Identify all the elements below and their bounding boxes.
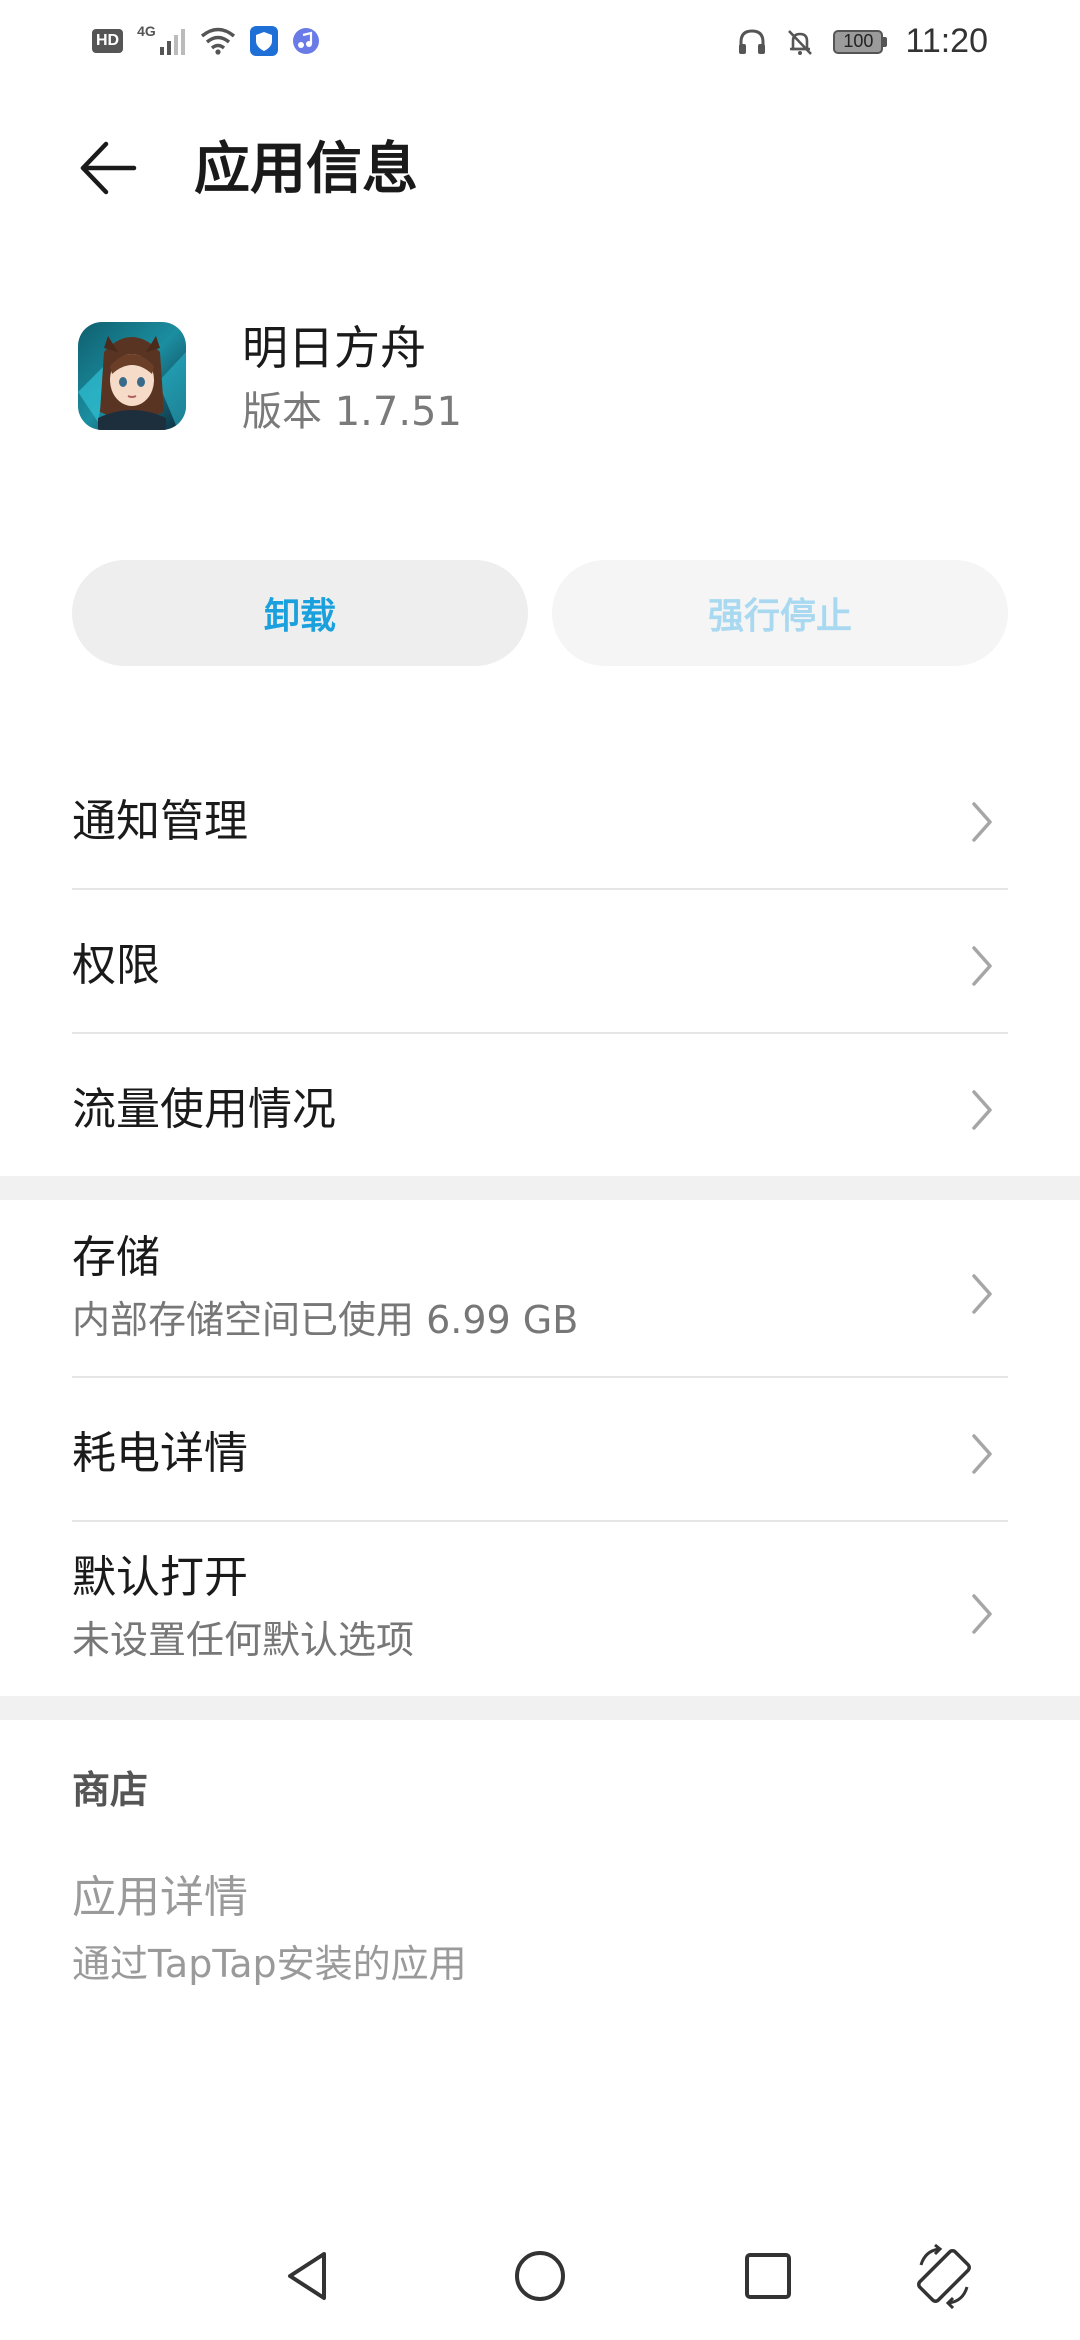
status-left: HD 4G [92, 23, 320, 56]
triangle-back-icon [288, 2252, 326, 2300]
divider [72, 1520, 1008, 1522]
headphones-icon [739, 28, 766, 54]
divider [72, 888, 1008, 890]
chevron-right-icon [972, 1274, 992, 1314]
open-by-default-status: 未设置任何默认选项 [72, 1618, 415, 1662]
install-source: 通过TapTap安装的应用 [72, 1942, 467, 1986]
storage-usage: 内部存储空间已使用 6.99 GB [72, 1298, 579, 1342]
data-usage-label: 流量使用情况 [72, 1084, 336, 1135]
nav-home-button[interactable] [500, 2236, 580, 2316]
battery-usage-label: 耗电详情 [72, 1428, 248, 1479]
section-gap [0, 1176, 1080, 1200]
rotate-screen-button[interactable] [904, 2236, 984, 2316]
permissions-item[interactable]: 权限 [72, 928, 1008, 1004]
open-by-default-label: 默认打开 [72, 1552, 248, 1603]
rotate-icon [917, 2243, 971, 2309]
network-type: 4G [137, 23, 156, 39]
wifi-icon [200, 27, 235, 55]
nav-back-button[interactable] [268, 2236, 348, 2316]
circle-home-icon [515, 2251, 565, 2301]
status-right: 100 11:20 [737, 22, 988, 61]
status-time: 11:20 [905, 22, 988, 60]
nav-recents-button[interactable] [728, 2236, 808, 2316]
app-icon [78, 322, 186, 430]
battery-level: 100 [833, 29, 884, 54]
data-usage-item[interactable]: 流量使用情况 [72, 1072, 1008, 1148]
back-arrow-icon [80, 141, 137, 195]
chevron-right-icon [972, 1090, 992, 1130]
signal-icon [159, 29, 185, 55]
chevron-right-icon [972, 802, 992, 842]
force-stop-button[interactable]: 强行停止 [552, 560, 1008, 666]
uninstall-button[interactable]: 卸载 [72, 560, 528, 666]
permissions-label: 权限 [72, 940, 160, 991]
mute-bell-icon [788, 29, 813, 55]
square-recents-icon [745, 2253, 791, 2299]
music-app-icon [292, 28, 319, 54]
open-by-default-item[interactable]: 默认打开 未设置任何默认选项 [72, 1548, 1008, 1678]
page-title: 应用信息 [194, 137, 418, 202]
app-name: 明日方舟 [242, 321, 426, 375]
battery-icon: 100 [833, 29, 888, 54]
section-gap [0, 1696, 1080, 1720]
hd-badge: HD [92, 29, 124, 53]
chevron-right-icon [972, 1434, 992, 1474]
chevron-right-icon [972, 1594, 992, 1634]
back-button[interactable] [70, 130, 146, 206]
battery-usage-item[interactable]: 耗电详情 [72, 1416, 1008, 1492]
storage-item[interactable]: 存储 内部存储空间已使用 6.99 GB [72, 1228, 1008, 1358]
storage-label: 存储 [72, 1232, 160, 1283]
divider [72, 1032, 1008, 1034]
app-version: 版本 1.7.51 [242, 389, 462, 435]
shield-icon [249, 26, 278, 56]
notification-management-label: 通知管理 [72, 796, 248, 847]
app-details-item[interactable]: 应用详情 [72, 1868, 248, 1928]
chevron-right-icon [972, 946, 992, 986]
divider [72, 1376, 1008, 1378]
store-section-header: 商店 [72, 1768, 149, 1812]
status-bar: HD 4G 100 11:20 [0, 0, 1080, 84]
notification-management-item[interactable]: 通知管理 [72, 784, 1008, 860]
